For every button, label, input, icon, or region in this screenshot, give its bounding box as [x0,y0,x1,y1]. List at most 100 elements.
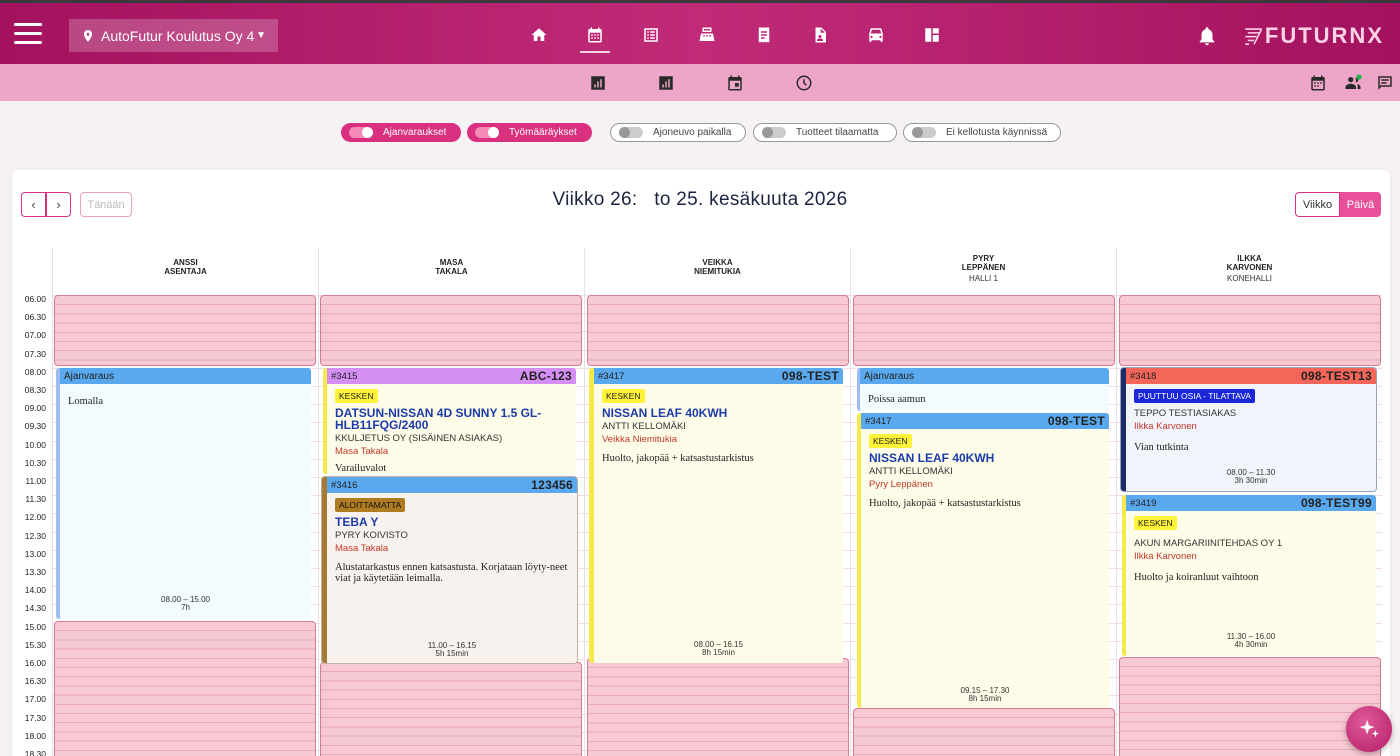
work-order-number: #3416 [331,479,358,491]
logo-mark-icon [1245,28,1263,45]
unavailable-block [54,295,316,366]
work-order-card[interactable]: #3418 098-TEST13 PUUTTUU OSIA - TILATTAVA… [1121,368,1376,491]
today-button[interactable]: Tänään [80,192,132,217]
receipt-icon[interactable] [754,25,774,45]
column-header: PYRY LEPPÄNEN HALLI 1 [850,248,1116,294]
time-label: 10.30 [24,457,46,468]
status-badge: KESKEN [869,434,912,448]
column-name: LEPPÄNEN [961,263,1006,272]
chat-icon[interactable] [1376,74,1394,92]
logo-text: FUTURNX [1264,23,1384,48]
work-order-card[interactable]: #3415 ABC-123 KESKEN DATSUN-NISSAN 4D SUN… [323,368,576,474]
work-order-card[interactable]: #3419 098-TEST99 KESKEN AKUN MARGARIINITE… [1122,495,1376,656]
work-order-duration: 4h 30min [1234,640,1268,649]
work-order-card[interactable]: #3416 123456 ALOITTAMATTA TEBA Y PYRY KOI… [322,477,577,663]
time-label: 15.30 [24,639,46,650]
time-label: 08.30 [24,385,46,395]
column-header: MASA TAKALA [318,248,584,294]
filter-ei-kellotusta[interactable]: Ei kellotusta käynnissä [903,123,1061,142]
clock-icon[interactable] [795,74,813,92]
customer-name: KKULJETUS OY (SISÄINEN ASIAKAS) [335,433,503,444]
unavailable-block [587,295,849,366]
toggle-switch[interactable] [619,127,643,138]
document-icon[interactable] [810,25,830,45]
column-name: ASENTAJA [164,267,207,276]
company-selector[interactable]: AutoFutur Koulutus Oy 4 ▼ [69,19,278,52]
filter-tuotteet-tilaamatta[interactable]: Tuotteet tilaamatta [753,123,897,142]
car-icon[interactable] [866,25,886,45]
time-label: 06.30 [24,312,46,323]
appointment-header: Ajanvaraus [60,368,311,384]
prev-button[interactable]: ‹ [21,192,46,217]
active-tab-indicator [580,51,610,53]
time-label: 14.00 [24,585,46,596]
filter-ajanvaraukset[interactable]: Ajanvaraukset [341,123,461,142]
chevron-down-icon: ▼ [256,30,266,41]
unavailable-block [1119,657,1381,756]
work-order-card[interactable]: #3417 098-TEST KESKEN NISSAN LEAF 40KWH A… [589,368,843,663]
appointment-description: Poissa aamun [868,394,926,405]
column-name: ANSSI [173,258,198,267]
filter-tyomaaraykset[interactable]: Työmääräykset [467,123,592,142]
cash-register-icon[interactable] [697,25,717,45]
next-button[interactable]: › [46,192,71,217]
filter-label: Työmääräykset [509,127,577,138]
unavailable-block [54,621,316,756]
chart-icon[interactable] [589,74,607,92]
filter-bar: Ajanvaraukset Työmääräykset Ajoneuvo pai… [0,123,1400,143]
mechanic-name: Ilkka Karvonen [1134,421,1197,432]
sub-toolbar [0,64,1400,101]
dashboard-icon[interactable] [922,25,942,45]
vehicle-name: TEBA Y [335,515,379,529]
work-order-header: #3419 098-TEST99 [1126,495,1376,511]
calendar-icon[interactable] [1309,74,1327,92]
toggle-switch[interactable] [912,127,936,138]
view-day-button[interactable]: Päivä [1340,192,1381,217]
work-order-number: #3415 [331,370,358,382]
work-order-duration: 5h 15min [435,649,469,658]
time-label: 07.30 [24,348,46,359]
unavailable-block [587,658,849,756]
time-label: 12.30 [24,530,46,541]
toggle-switch[interactable] [475,127,499,138]
time-label: 11.00 [25,476,46,486]
appointment-card[interactable]: Ajanvaraus Poissa aamun [857,368,1109,411]
appointment-card[interactable]: Ajanvaraus Lomalla 08.00 – 15.00 7h [56,368,311,619]
calendar-icon[interactable] [726,74,744,92]
work-description: Huolto, jakopää + katsastustarkistus [602,453,754,464]
time-label: 10.00 [24,439,46,450]
work-description: Vian tutkinta [1134,442,1189,453]
view-week-button[interactable]: Viikko [1295,192,1340,217]
work-order-header: #3418 098-TEST13 [1126,368,1376,384]
list-icon[interactable] [641,25,661,45]
work-description: Huolto ja koiranluut vaihtoon [1134,572,1259,583]
people-icon[interactable] [1342,74,1364,92]
chart-icon[interactable] [657,74,675,92]
unavailable-block [320,662,582,756]
toggle-switch[interactable] [762,127,786,138]
registration-number: 123456 [531,478,573,492]
time-label: 06.00 [24,294,46,304]
futurnx-logo: FUTURNX [1244,19,1384,53]
time-label: 17.00 [24,694,46,705]
column-divider [52,294,53,756]
toggle-switch[interactable] [349,127,373,138]
time-label: 17.30 [24,712,46,723]
unavailable-block [1119,295,1381,366]
column-divider [850,294,851,756]
time-label: 07.00 [24,330,46,341]
location-pin-icon [83,29,93,42]
unavailable-block [853,295,1115,366]
bell-icon[interactable] [1196,24,1218,48]
calendar-icon[interactable] [585,25,605,45]
customer-name: AKUN MARGARIINITEHDAS OY 1 [1134,538,1283,549]
ai-assistant-button[interactable] [1346,706,1392,752]
menu-icon[interactable] [14,23,42,45]
filter-ajoneuvo-paikalla[interactable]: Ajoneuvo paikalla [610,123,746,142]
unavailable-block [320,295,582,366]
filter-label: Ei kellotusta käynnissä [946,127,1048,138]
work-order-card[interactable]: #3417 098-TEST KESKEN NISSAN LEAF 40KWH A… [857,413,1109,708]
home-icon[interactable] [529,25,549,45]
work-order-number: #3417 [865,415,892,427]
appointment-header: Ajanvaraus [860,368,1109,384]
